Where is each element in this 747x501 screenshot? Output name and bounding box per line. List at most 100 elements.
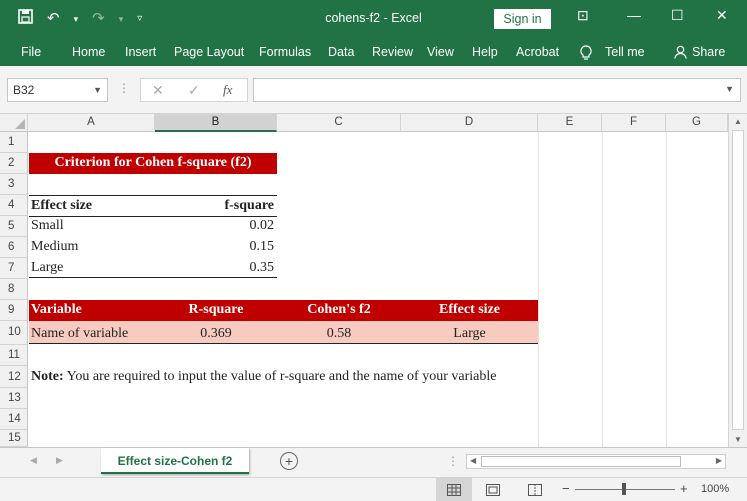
minimize-icon[interactable]: —: [627, 7, 641, 23]
enter-icon[interactable]: ✓: [188, 82, 200, 99]
expand-formula-icon[interactable]: ▼: [725, 84, 734, 94]
drag-handle-icon[interactable]: ⋮: [447, 454, 459, 468]
tell-me-box[interactable]: Tell me: [605, 45, 645, 59]
save-icon[interactable]: [18, 9, 33, 29]
cancel-icon[interactable]: ✕: [152, 82, 164, 99]
scroll-up-icon[interactable]: ▲: [734, 117, 742, 126]
zoom-out-icon[interactable]: −: [562, 481, 570, 496]
sign-in-button[interactable]: Sign in: [494, 9, 551, 29]
redo-dropdown-icon[interactable]: ▾: [119, 10, 124, 28]
column-header-c[interactable]: C: [277, 114, 401, 132]
scroll-down-icon[interactable]: ▼: [734, 435, 742, 444]
result-header-r-square[interactable]: R-square: [155, 300, 277, 320]
result-effect-size-value[interactable]: Large: [401, 324, 538, 344]
chevron-down-icon[interactable]: ▼: [93, 79, 102, 101]
gridline: [602, 132, 603, 447]
worksheet-grid[interactable]: [28, 132, 728, 447]
quick-access-toolbar: ↶ ▾ ↷ ▾ ▿: [18, 9, 142, 29]
column-header-a[interactable]: A: [28, 114, 155, 132]
undo-icon[interactable]: ↶: [47, 10, 60, 28]
result-header-cohens-f2[interactable]: Cohen's f2: [277, 300, 401, 320]
horizontal-scrollbar[interactable]: ◀ ▶: [466, 454, 726, 469]
gridline: [666, 132, 667, 447]
tab-review[interactable]: Review: [372, 45, 413, 59]
zoom-level[interactable]: 100%: [701, 483, 729, 495]
row-header-1[interactable]: 1: [0, 132, 28, 153]
row-header-14[interactable]: 14: [0, 409, 28, 430]
customize-qat-icon[interactable]: ▿: [137, 10, 142, 28]
scroll-tabs-left-icon[interactable]: ◀: [30, 455, 37, 466]
criterion-f-square-small[interactable]: 0.02: [155, 216, 275, 236]
row-header-3[interactable]: 3: [0, 174, 28, 195]
insert-function-icon[interactable]: fx: [223, 82, 232, 98]
criterion-effect-large[interactable]: Large: [31, 258, 63, 278]
row-header-11[interactable]: 11: [0, 345, 28, 366]
row-header-15[interactable]: 15: [0, 430, 28, 447]
criterion-effect-small[interactable]: Small: [31, 216, 64, 236]
column-header-b[interactable]: B: [155, 114, 277, 132]
result-variable-name[interactable]: Name of variable: [31, 324, 128, 344]
ribbon-tabs: File Home Insert Page Layout Formulas Da…: [0, 38, 747, 66]
zoom-in-icon[interactable]: +: [680, 481, 688, 496]
add-sheet-icon[interactable]: +: [280, 452, 298, 470]
tab-insert[interactable]: Insert: [125, 45, 156, 59]
criterion-header-effect-size[interactable]: Effect size: [31, 196, 92, 216]
page-layout-view-icon[interactable]: [486, 484, 500, 499]
status-bar: − + 100%: [0, 477, 747, 501]
select-all-corner[interactable]: [0, 114, 28, 132]
tab-file[interactable]: File: [21, 45, 41, 59]
tab-home[interactable]: Home: [72, 45, 105, 59]
scroll-tabs-right-icon[interactable]: ▶: [56, 455, 63, 466]
scroll-left-icon[interactable]: ◀: [470, 456, 476, 465]
result-header-variable[interactable]: Variable: [31, 300, 82, 320]
result-header-effect-size[interactable]: Effect size: [401, 300, 538, 320]
tab-formulas[interactable]: Formulas: [259, 45, 311, 59]
sheet-tab-effect-size[interactable]: Effect size-Cohen f2: [101, 448, 249, 474]
column-header-f[interactable]: F: [602, 114, 666, 132]
tab-view[interactable]: View: [427, 45, 454, 59]
normal-view-button[interactable]: [436, 478, 472, 501]
page-break-preview-icon[interactable]: [528, 484, 542, 499]
column-header-d[interactable]: D: [401, 114, 538, 132]
result-cohens-f2-value[interactable]: 0.58: [277, 324, 401, 344]
row-header-6[interactable]: 6: [0, 237, 28, 258]
row-header-9[interactable]: 9: [0, 300, 28, 321]
row-header-4[interactable]: 4: [0, 195, 28, 216]
row-header-13[interactable]: 13: [0, 388, 28, 409]
maximize-icon[interactable]: ☐: [671, 7, 684, 24]
scroll-right-icon[interactable]: ▶: [716, 456, 722, 465]
row-header-8[interactable]: 8: [0, 279, 28, 300]
ribbon-display-options-icon[interactable]: ⊡: [577, 7, 589, 24]
result-r-square-value[interactable]: 0.369: [155, 324, 277, 344]
criterion-f-square-medium[interactable]: 0.15: [155, 237, 275, 257]
lightbulb-icon: [580, 45, 592, 63]
horizontal-scroll-thumb[interactable]: [481, 456, 681, 467]
column-header-g[interactable]: G: [666, 114, 728, 132]
vertical-scrollbar[interactable]: ▲ ▼: [728, 114, 747, 448]
scroll-thumb[interactable]: [732, 130, 744, 430]
criterion-header-f-square[interactable]: f-square: [155, 196, 274, 216]
person-icon: [674, 45, 687, 62]
tab-data[interactable]: Data: [328, 45, 354, 59]
column-header-e[interactable]: E: [538, 114, 602, 132]
drag-handle-icon[interactable]: ⋮: [118, 81, 130, 95]
row-header-12[interactable]: 12: [0, 366, 28, 388]
formula-input[interactable]: ▼: [253, 78, 741, 102]
row-header-10[interactable]: 10: [0, 321, 28, 345]
criterion-f-square-large[interactable]: 0.35: [155, 258, 275, 278]
share-button[interactable]: Share: [692, 45, 725, 59]
undo-dropdown-icon[interactable]: ▾: [74, 10, 79, 28]
note-cell[interactable]: Note: You are required to input the valu…: [31, 367, 496, 387]
tab-page-layout[interactable]: Page Layout: [174, 45, 244, 59]
row-header-5[interactable]: 5: [0, 216, 28, 237]
tab-help[interactable]: Help: [472, 45, 498, 59]
close-icon[interactable]: ✕: [716, 7, 728, 24]
sheet-tab-bar: ◀ ▶ Effect size-Cohen f2 + ⋮ ◀ ▶: [0, 447, 747, 477]
name-box[interactable]: B32 ▼: [7, 78, 108, 102]
tab-acrobat[interactable]: Acrobat: [516, 45, 559, 59]
zoom-slider-thumb[interactable]: [622, 483, 626, 495]
row-header-7[interactable]: 7: [0, 258, 28, 279]
row-header-2[interactable]: 2: [0, 153, 28, 174]
criterion-effect-medium[interactable]: Medium: [31, 237, 78, 257]
redo-icon[interactable]: ↷: [92, 10, 105, 28]
